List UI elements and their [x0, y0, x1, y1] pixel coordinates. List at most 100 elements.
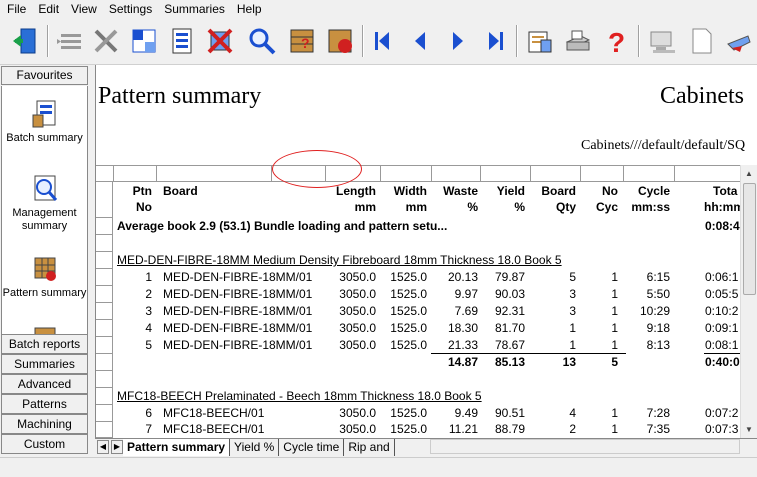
report-title: Pattern summary — [98, 83, 262, 109]
toolbar: ? ? — [0, 19, 757, 65]
yield-value: 79.87 — [494, 270, 525, 284]
batch-icon[interactable] — [164, 23, 200, 59]
width-value: 1525.0 — [390, 304, 427, 318]
board-name: MED-DEN-FIBRE-18MM/01 — [163, 304, 313, 318]
fav-label-pattern-summary: Pattern summary — [2, 287, 87, 299]
header-board-qty-sub: Qty — [555, 200, 576, 214]
scroll-thumb[interactable] — [743, 183, 756, 295]
menu-summaries[interactable]: Summaries — [158, 0, 231, 19]
computer-icon[interactable] — [645, 23, 681, 59]
row-header-cell[interactable] — [96, 218, 113, 235]
waste-value: 9.49 — [454, 406, 478, 420]
total-yield: 85.13 — [494, 355, 525, 369]
menu-file[interactable]: File — [0, 0, 32, 19]
search-icon[interactable] — [244, 23, 280, 59]
run-icon[interactable] — [322, 23, 358, 59]
tab-scroll-left[interactable]: ◀ — [97, 440, 109, 454]
length-value: 3050.0 — [339, 304, 376, 318]
send-icon[interactable] — [721, 23, 757, 59]
row-header-cell[interactable] — [96, 269, 113, 286]
annotation-circle — [272, 150, 362, 188]
scroll-down-arrow[interactable]: ▼ — [741, 421, 757, 438]
print-preview-icon[interactable] — [522, 23, 558, 59]
tab-yield[interactable]: Yield % — [230, 438, 280, 456]
board-qty-value: 2 — [569, 422, 576, 436]
tab-cycle-time[interactable]: Cycle time — [279, 438, 345, 456]
yield-value: 92.31 — [494, 304, 525, 318]
row-header-cell[interactable] — [96, 388, 113, 405]
category-custom[interactable]: Custom — [1, 434, 88, 454]
category-machining[interactable]: Machining — [1, 414, 88, 434]
menu-settings[interactable]: Settings — [103, 0, 158, 19]
cycle-value: 7:35 — [646, 422, 670, 436]
pattern-summary-icon — [34, 257, 56, 281]
yield-value: 78.67 — [494, 338, 525, 352]
column-divider — [623, 165, 624, 182]
column-divider — [380, 165, 381, 182]
average-line: Average book 2.9 (53.1) Bundle loading a… — [117, 219, 448, 233]
pattern-icon[interactable] — [126, 23, 162, 59]
column-divider — [530, 165, 531, 182]
category-patterns[interactable]: Patterns — [1, 394, 88, 414]
row-header-cell[interactable] — [96, 371, 113, 388]
row-header-cell[interactable] — [96, 235, 113, 252]
row-header-cell[interactable] — [96, 405, 113, 422]
row-header-cell[interactable] — [96, 422, 113, 438]
cycle-value: 9:18 — [646, 321, 670, 335]
list-icon[interactable] — [52, 23, 88, 59]
print-icon[interactable] — [560, 23, 596, 59]
tab-scroll-right[interactable]: ▶ — [111, 440, 123, 454]
next-icon[interactable] — [440, 23, 476, 59]
scroll-up-arrow[interactable]: ▲ — [741, 165, 757, 182]
pattern-number: 4 — [145, 321, 152, 335]
menu-edit[interactable]: Edit — [32, 0, 65, 19]
length-value: 3050.0 — [339, 422, 376, 436]
menu-view[interactable]: View — [65, 0, 103, 19]
category-batch-reports[interactable]: Batch reports — [1, 334, 88, 354]
no-cyc-value: 1 — [611, 422, 618, 436]
length-value: 3050.0 — [339, 338, 376, 352]
report-title-right: Cabinets — [660, 83, 744, 109]
row-header-cell[interactable] — [96, 354, 113, 371]
tab-pattern-summary[interactable]: Pattern summary — [123, 438, 231, 456]
row-header-cell[interactable] — [96, 337, 113, 354]
pattern-number: 5 — [145, 338, 152, 352]
category-summaries[interactable]: Summaries — [1, 354, 88, 374]
cycle-value: 8:13 — [646, 338, 670, 352]
total-value: 0:09:1 — [705, 321, 739, 335]
fav-item-management-summary[interactable]: Management summary — [2, 174, 87, 233]
category-advanced[interactable]: Advanced — [1, 374, 88, 394]
yield-value: 88.79 — [494, 422, 525, 436]
horizontal-scrollbar[interactable] — [430, 439, 740, 454]
row-header-cell[interactable] — [96, 286, 113, 303]
fav-item-batch-summary[interactable]: Batch summary — [2, 99, 87, 145]
report-grid: Ptn Board Length Width Waste Yield Board… — [96, 165, 757, 438]
fav-label-batch-summary: Batch summary — [6, 132, 83, 144]
last-icon[interactable] — [478, 23, 514, 59]
exit-icon[interactable] — [8, 23, 44, 59]
fav-item-pattern-summary[interactable]: Pattern summary — [2, 254, 87, 300]
row-header-cell[interactable] — [96, 303, 113, 320]
favourites-header[interactable]: Favourites — [1, 66, 88, 85]
row-header-cell[interactable] — [96, 320, 113, 337]
no-cyc-value: 1 — [611, 321, 618, 335]
header-width: Width — [393, 184, 427, 198]
average-total: 0:08:4 — [705, 219, 740, 233]
menu-help[interactable]: Help — [231, 0, 268, 19]
vertical-scrollbar[interactable]: ▲ ▼ — [740, 165, 757, 438]
header-width-unit: mm — [405, 200, 427, 214]
document-icon[interactable] — [683, 23, 719, 59]
help-icon[interactable]: ? — [598, 23, 634, 59]
tools-icon[interactable] — [88, 23, 124, 59]
toolbar-separator — [47, 25, 49, 57]
tab-rip[interactable]: Rip and — [344, 438, 395, 456]
first-icon[interactable] — [364, 23, 400, 59]
previous-icon[interactable] — [402, 23, 438, 59]
row-header-cell[interactable] — [96, 182, 113, 218]
length-value: 3050.0 — [339, 406, 376, 420]
report-icon[interactable]: ? — [284, 23, 320, 59]
header-length-unit: mm — [354, 200, 376, 214]
row-header-cell[interactable] — [96, 252, 113, 269]
delete-icon[interactable] — [202, 23, 238, 59]
cycle-value: 6:15 — [646, 270, 670, 284]
